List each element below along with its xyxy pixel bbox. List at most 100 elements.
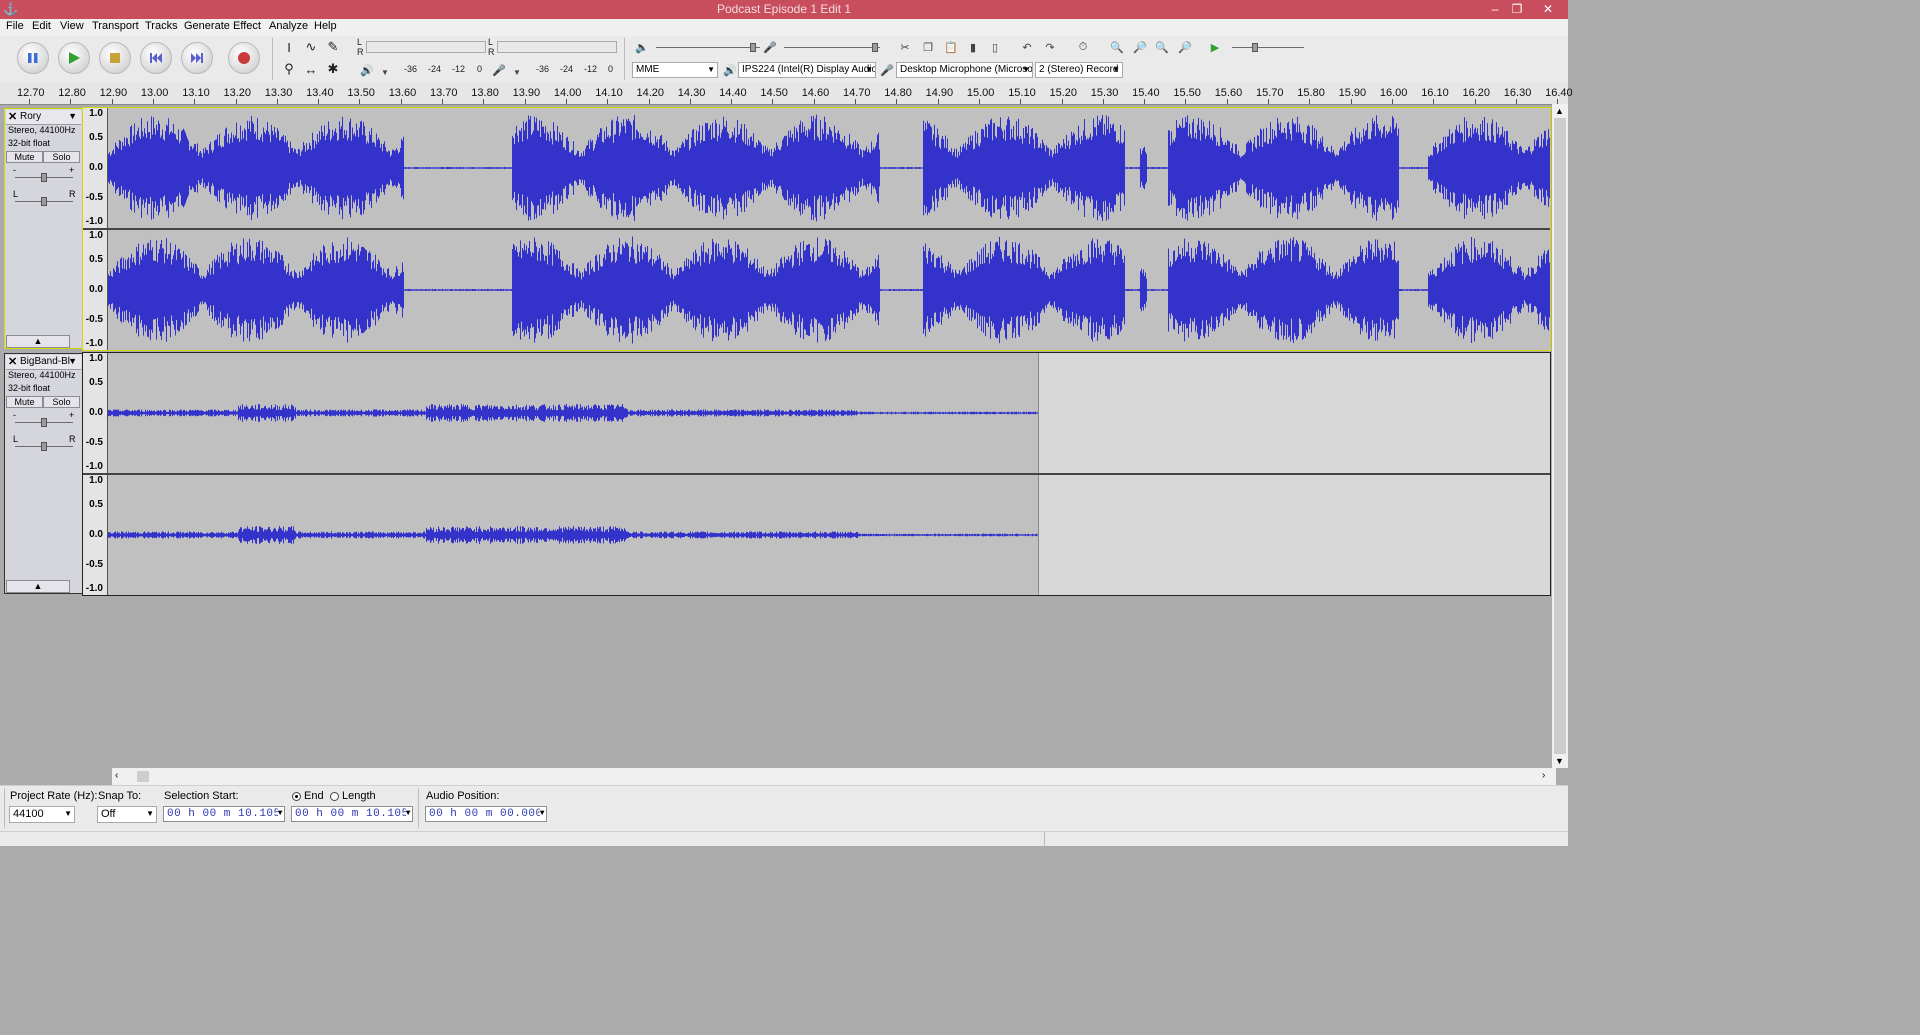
pause-button[interactable] (17, 42, 49, 74)
menu-generate[interactable]: Generate (184, 20, 230, 32)
play-level-meter[interactable] (366, 41, 486, 53)
scroll-down-icon[interactable]: ▼ (1555, 756, 1564, 766)
play-speed-thumb[interactable] (1252, 43, 1258, 52)
pan-right-label: R (69, 189, 76, 199)
amplitude-scale[interactable]: 1.0 0.5 0.0 -0.5 -1.0 (83, 230, 108, 350)
trim-icon[interactable]: ▮ (964, 38, 982, 56)
play-speed-slider[interactable] (1232, 47, 1304, 48)
mute-button[interactable]: Mute (6, 396, 43, 408)
copy-icon[interactable]: ❐ (919, 38, 937, 56)
output-device-select[interactable]: IPS224 (Intel(R) Display Audio ▼ (738, 62, 876, 78)
input-device-select[interactable]: Desktop Microphone (Microsof ▼ (896, 62, 1033, 78)
cut-icon[interactable]: ✂ (896, 38, 914, 56)
fit-selection-icon[interactable]: 🔍 (1153, 38, 1171, 56)
record-button[interactable] (228, 42, 260, 74)
input-volume-thumb[interactable] (872, 43, 878, 52)
selection-start-time[interactable]: 00 h 00 m 10.105 s ▼ (163, 806, 285, 822)
play-at-speed-icon[interactable]: ▶ (1206, 38, 1224, 56)
track-menu-chevron-icon[interactable]: ▼ (68, 356, 77, 366)
zoom-out-icon[interactable]: 🔎 (1131, 38, 1149, 56)
timeline-ruler[interactable]: 12.70 12.80 12.90 13.00 13.10 13.20 13.30 13.40… (0, 82, 1573, 105)
envelope-tool-icon[interactable]: ∿ (301, 37, 321, 57)
solo-button[interactable]: Solo (43, 151, 80, 163)
scroll-right-icon[interactable]: › (1542, 770, 1545, 781)
selection-end-time[interactable]: 00 h 00 m 10.105 s ▼ (291, 806, 413, 822)
amplitude-scale[interactable]: 1.0 0.5 0.0 -0.5 -1.0 (83, 475, 108, 595)
close-track-icon[interactable]: ✕ (8, 110, 17, 123)
play-button[interactable] (58, 42, 90, 74)
menu-analyze[interactable]: Analyze (269, 20, 308, 32)
menu-tracks[interactable]: Tracks (145, 20, 178, 32)
play-meter-dropdown-icon[interactable]: ▼ (376, 63, 394, 81)
track-name[interactable]: BigBand-Bl (20, 356, 70, 367)
pan-slider-thumb[interactable] (41, 442, 47, 451)
multi-tool-icon[interactable]: ✱ (323, 59, 343, 79)
scroll-left-icon[interactable]: ‹ (115, 770, 118, 781)
selection-end-value: 00 h 00 m 10.105 s (295, 808, 413, 820)
draw-tool-icon[interactable]: ✎ (323, 37, 343, 57)
waveform-clip[interactable] (108, 108, 1550, 228)
restore-button[interactable]: ❐ (1506, 1, 1528, 17)
vertical-scrollbar[interactable]: ▲ ▼ (1552, 104, 1568, 768)
waveform-clip[interactable] (108, 353, 1038, 473)
collapse-track-button[interactable]: ▲ (6, 335, 70, 348)
close-window-button[interactable]: ✕ (1537, 1, 1559, 17)
output-volume-thumb[interactable] (750, 43, 756, 52)
project-rate-select[interactable]: 44100 ▼ (9, 806, 75, 823)
mute-button[interactable]: Mute (6, 151, 43, 163)
zoom-tool-icon[interactable]: ⚲ (279, 59, 299, 79)
gain-slider-thumb[interactable] (41, 418, 47, 427)
stop-button[interactable] (99, 42, 131, 74)
snap-to-select[interactable]: Off ▼ (97, 806, 157, 823)
record-level-meter[interactable] (497, 41, 617, 53)
zoom-in-icon[interactable]: 🔍 (1108, 38, 1126, 56)
pan-slider-thumb[interactable] (41, 197, 47, 206)
menu-effect[interactable]: Effect (233, 20, 261, 32)
minimize-button[interactable]: – (1484, 1, 1506, 17)
track-menu-chevron-icon[interactable]: ▼ (68, 111, 77, 121)
close-track-icon[interactable]: ✕ (8, 355, 17, 368)
menu-view[interactable]: View (60, 20, 84, 32)
empty-track-region[interactable] (1038, 475, 1551, 595)
amplitude-scale[interactable]: 1.0 0.5 0.0 -0.5 -1.0 (83, 353, 108, 473)
menu-help[interactable]: Help (314, 20, 337, 32)
paste-icon[interactable]: 📋 (942, 38, 960, 56)
chevron-down-icon: ▼ (707, 65, 715, 74)
vertical-scroll-thumb[interactable] (1554, 118, 1566, 754)
speaker-icon[interactable]: 🔊 (358, 61, 376, 79)
amplitude-scale[interactable]: 1.0 0.5 0.0 -0.5 -1.0 (83, 108, 108, 228)
microphone-icon[interactable]: 🎤 (490, 61, 508, 79)
input-channels-select[interactable]: 2 (Stereo) Record ▼ (1035, 62, 1123, 78)
fit-project-icon[interactable]: 🔎 (1176, 38, 1194, 56)
redo-icon[interactable]: ↷ (1041, 38, 1059, 56)
waveform-clip[interactable] (108, 475, 1038, 595)
skip-to-start-button[interactable] (140, 42, 172, 74)
collapse-track-button[interactable]: ▲ (6, 580, 70, 593)
horizontal-scroll-thumb[interactable] (137, 771, 149, 782)
output-volume-slider[interactable] (656, 47, 760, 48)
undo-icon[interactable]: ↶ (1018, 38, 1036, 56)
menu-file[interactable]: File (6, 20, 24, 32)
length-radio[interactable] (330, 792, 339, 801)
empty-track-region[interactable] (1038, 353, 1551, 473)
waveform-clip[interactable] (108, 230, 1550, 350)
solo-button[interactable]: Solo (43, 396, 80, 408)
silence-icon[interactable]: ▯ (986, 38, 1004, 56)
audio-position-time[interactable]: 00 h 00 m 00.000 s ▼ (425, 806, 547, 822)
sync-lock-icon[interactable]: ⏱ (1074, 38, 1092, 56)
end-radio[interactable] (292, 792, 301, 801)
menu-transport[interactable]: Transport (92, 20, 139, 32)
audio-host-select[interactable]: MME ▼ (632, 62, 718, 78)
track-name[interactable]: Rory (20, 111, 41, 122)
amplitude-scale-label: 0.0 (89, 529, 103, 540)
horizontal-scrollbar[interactable]: ‹ › (112, 768, 1556, 785)
scroll-up-icon[interactable]: ▲ (1555, 106, 1564, 116)
skip-to-end-button[interactable] (181, 42, 213, 74)
selection-tool-icon[interactable]: I (279, 37, 299, 57)
record-meter-dropdown-icon[interactable]: ▼ (508, 63, 526, 81)
gain-slider-thumb[interactable] (41, 173, 47, 182)
input-volume-slider[interactable] (784, 47, 880, 48)
menu-edit[interactable]: Edit (32, 20, 51, 32)
ruler-tick-mark (1061, 99, 1063, 104)
timeshift-tool-icon[interactable]: ↔ (301, 59, 321, 79)
